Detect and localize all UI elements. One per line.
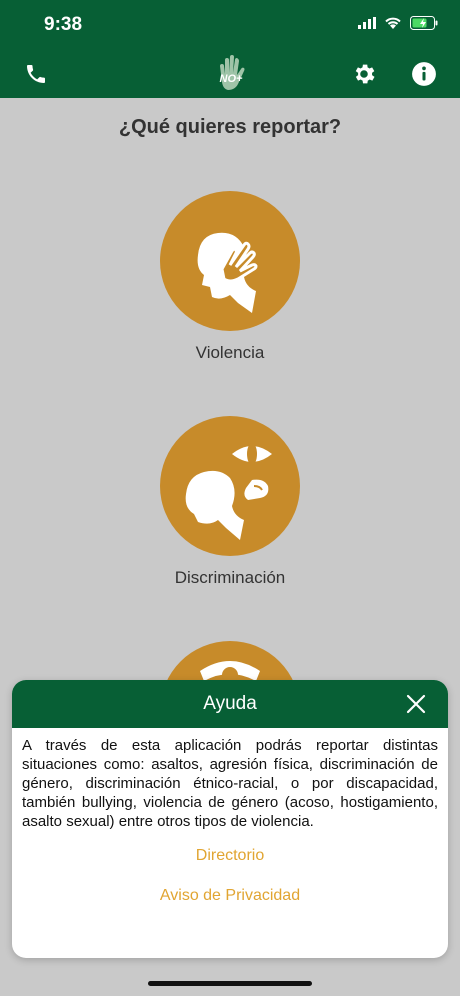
battery-icon bbox=[410, 16, 438, 30]
phone-button[interactable] bbox=[22, 60, 50, 88]
status-icons bbox=[358, 16, 438, 30]
option-violencia[interactable]: Violencia bbox=[0, 191, 460, 363]
option-label: Discriminación bbox=[174, 568, 286, 587]
wifi-icon bbox=[385, 17, 401, 29]
home-indicator bbox=[148, 981, 312, 986]
logo-text: NO+ bbox=[220, 73, 244, 85]
modal-body-text: A través de esta aplicación podrás repor… bbox=[22, 737, 438, 830]
status-bar: 9:38 bbox=[0, 0, 460, 50]
phone-icon bbox=[27, 65, 45, 83]
help-modal: Ayuda A través de esta aplicación podrás… bbox=[12, 680, 448, 958]
option-label: Violencia bbox=[195, 343, 265, 362]
close-icon bbox=[406, 694, 426, 714]
app-logo: NO+ bbox=[210, 52, 252, 94]
privacy-link[interactable]: Aviso de Privacidad bbox=[12, 887, 448, 905]
modal-title: Ayuda bbox=[203, 693, 257, 714]
option-discriminacion[interactable]: Discriminación bbox=[0, 416, 460, 588]
status-time: 9:38 bbox=[44, 14, 83, 35]
hand-logo-icon: NO+ bbox=[220, 55, 245, 90]
discrimination-icon bbox=[160, 416, 300, 556]
info-icon bbox=[412, 62, 436, 86]
page-title: ¿Qué quieres reportar? bbox=[118, 116, 342, 138]
violence-icon bbox=[160, 191, 300, 331]
settings-button[interactable] bbox=[350, 60, 378, 88]
info-button[interactable] bbox=[410, 60, 438, 88]
app-header: NO+ bbox=[0, 50, 460, 98]
modal-header: Ayuda bbox=[12, 680, 448, 728]
close-button[interactable] bbox=[404, 692, 428, 716]
directorio-link[interactable]: Directorio bbox=[12, 847, 448, 865]
gear-icon bbox=[355, 64, 375, 84]
signal-icon bbox=[358, 17, 376, 29]
